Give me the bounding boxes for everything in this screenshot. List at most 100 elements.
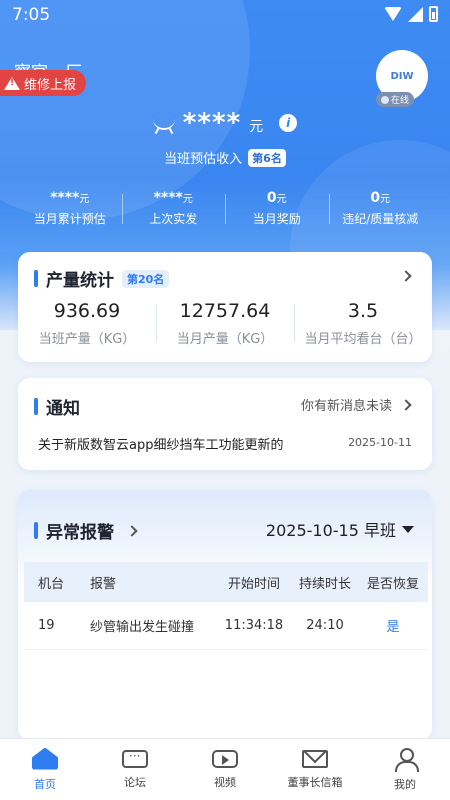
stat-last-paid: ****元 上次实发 <box>121 190 226 227</box>
stat-deduction: 0元 违纪/质量核减 <box>328 190 433 227</box>
home-icon <box>32 747 58 770</box>
user-icon <box>392 747 419 772</box>
production-month: 12757.64 当月产量（KG） <box>156 300 294 347</box>
cell-alarm: 纱管输出发生碰撞 <box>90 620 195 635</box>
cell-start-time: 11:34:18 <box>224 618 284 633</box>
headset-icon <box>380 95 389 104</box>
income-label: 当班预估收入 <box>164 152 243 167</box>
online-badge: 在线 <box>375 92 414 107</box>
income-rank-badge: 第6名 <box>248 148 286 167</box>
stat-label: 当月奖励 <box>252 212 301 226</box>
chat-icon <box>122 749 148 768</box>
production-value: 3.5 <box>347 300 379 322</box>
battery-icon <box>429 6 438 22</box>
stat-label: 当月累计预估 <box>33 212 106 226</box>
stat-unit: 元 <box>276 194 287 205</box>
shift-select[interactable]: 2025-10-15 早班 <box>266 517 414 541</box>
chevron-right-icon <box>400 398 412 411</box>
production-header: 产量统计 第20名 <box>34 266 170 291</box>
status-bar: 7:05 <box>0 0 450 30</box>
status-icons <box>384 6 438 22</box>
production-label: 当月产量（KG） <box>176 332 274 347</box>
production-label: 当月平均看台（台） <box>304 332 422 347</box>
bottom-tabbar: 首页 论坛 视频 董事长信箱 我的 <box>0 738 450 800</box>
stat-value: **** <box>153 190 183 206</box>
info-icon[interactable]: i <box>279 114 298 132</box>
tab-forum[interactable]: 论坛 <box>90 739 180 800</box>
column-header: 持续时长 <box>298 576 351 592</box>
stat-value: 0 <box>370 190 381 206</box>
stat-label: 违纪/质量核减 <box>342 212 419 226</box>
online-label: 在线 <box>390 96 409 106</box>
stat-unit: 元 <box>182 194 193 205</box>
notice-date: 2025-10-11 <box>348 436 412 449</box>
tab-label: 董事长信箱 <box>287 775 343 789</box>
column-header: 开始时间 <box>227 576 280 592</box>
income-label-row: 当班预估收入 第6名 <box>0 148 450 167</box>
production-title: 产量统计 <box>46 271 114 291</box>
production-stats: 936.69 当班产量（KG） 12757.64 当月产量（KG） 3.5 当月… <box>18 300 432 347</box>
income-stats: ****元 当月累计预估 ****元 上次实发 0元 当月奖励 0元 违纪/质量… <box>18 190 432 227</box>
income-value: **** <box>182 108 242 138</box>
production-shift: 936.69 当班产量（KG） <box>18 300 156 347</box>
stat-unit: 元 <box>380 194 391 205</box>
alarm-header[interactable]: 异常报警 <box>34 518 138 543</box>
repair-report-button[interactable]: 维修上报 <box>0 70 87 96</box>
column-header: 报警 <box>90 576 117 592</box>
income-row: **** 元 i <box>0 108 450 138</box>
alarm-card: 异常报警 2025-10-15 早班 机台 报警 开始时间 持续时长 是否恢复 … <box>18 490 432 740</box>
stat-monthly-estimate: ****元 当月累计预估 <box>18 190 122 227</box>
notice-unread-text: 你有新消息未读 <box>300 399 392 414</box>
chevron-right-icon <box>126 524 138 537</box>
chevron-right-icon[interactable] <box>400 270 412 282</box>
wifi-icon <box>384 7 402 21</box>
notice-title: 通知 <box>46 399 80 419</box>
warning-icon <box>4 76 20 90</box>
title-accent <box>34 270 38 287</box>
stat-monthly-reward: 0元 当月奖励 <box>225 190 329 227</box>
video-icon <box>212 749 238 768</box>
status-time: 7:05 <box>12 5 51 25</box>
production-card[interactable]: 产量统计 第20名 936.69 当班产量（KG） 12757.64 当月产量（… <box>18 252 432 362</box>
signal-icon <box>408 6 423 22</box>
eye-closed-icon[interactable] <box>152 118 175 130</box>
alarm-table: 机台 报警 开始时间 持续时长 是否恢复 19 纱管输出发生碰撞 11:34:1… <box>24 562 428 650</box>
tab-profile[interactable]: 我的 <box>360 739 450 800</box>
notice-card[interactable]: 通知 你有新消息未读 关于新版数智云app细纱挡车工功能更新的 2025-10-… <box>18 378 432 470</box>
tab-chairman-mailbox[interactable]: 董事长信箱 <box>270 739 360 800</box>
tab-label: 首页 <box>34 777 56 791</box>
alarm-title: 异常报警 <box>46 523 114 543</box>
cell-recovered: 是 <box>386 620 400 635</box>
cell-machine: 19 <box>38 618 55 633</box>
column-header: 机台 <box>38 576 65 592</box>
stat-value: 0 <box>266 190 277 206</box>
mail-icon <box>302 749 328 768</box>
notice-unread-link[interactable]: 你有新消息未读 <box>300 395 412 414</box>
title-accent <box>34 522 38 539</box>
stat-unit: 元 <box>79 194 90 205</box>
tab-video[interactable]: 视频 <box>180 739 270 800</box>
repair-report-label: 维修上报 <box>24 77 77 93</box>
notice-header: 通知 <box>34 394 80 419</box>
avatar-text: DIW <box>390 70 414 82</box>
column-header: 是否恢复 <box>366 576 419 592</box>
tab-home[interactable]: 首页 <box>0 739 90 800</box>
shift-value: 2025-10-15 早班 <box>265 521 396 540</box>
table-row[interactable]: 19 纱管输出发生碰撞 11:34:18 24:10 是 <box>24 602 428 650</box>
title-accent <box>34 398 38 415</box>
production-label: 当班产量（KG） <box>38 332 136 347</box>
stat-label: 上次实发 <box>149 212 198 226</box>
income-unit: 元 <box>249 119 264 135</box>
tab-label: 视频 <box>214 775 236 789</box>
production-avg-machines: 3.5 当月平均看台（台） <box>294 300 432 347</box>
stat-value: **** <box>50 190 80 206</box>
alarm-table-header: 机台 报警 开始时间 持续时长 是否恢复 <box>24 562 428 602</box>
tab-label: 论坛 <box>124 775 146 789</box>
production-rank-badge: 第20名 <box>122 269 170 288</box>
cell-duration: 24:10 <box>306 618 344 633</box>
production-value: 936.69 <box>53 300 121 322</box>
caret-down-icon <box>402 525 414 533</box>
notice-message[interactable]: 关于新版数智云app细纱挡车工功能更新的 <box>38 434 283 453</box>
tab-label: 我的 <box>394 777 416 791</box>
production-value: 12757.64 <box>179 300 271 322</box>
